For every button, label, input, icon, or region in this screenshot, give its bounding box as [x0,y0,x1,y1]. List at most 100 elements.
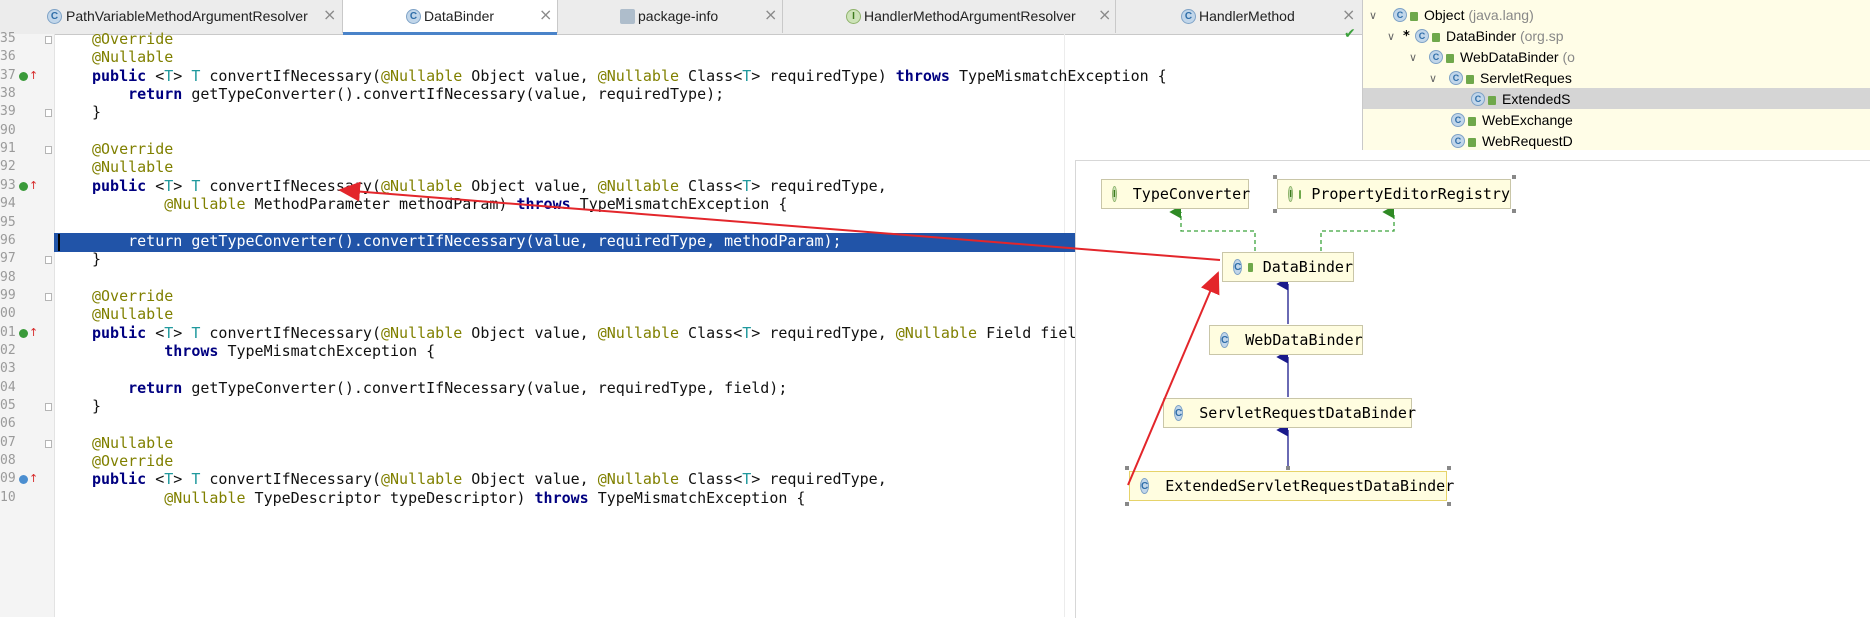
code-line[interactable]: @Override [92,452,173,470]
tree-item-webdatabinder[interactable]: ∨ C WebDataBinder (o [1409,47,1575,67]
overridden-arrow-icon[interactable]: ↑ [29,473,38,484]
class-icon: C [406,9,421,24]
code-line[interactable]: @Nullable [92,48,173,66]
code-line[interactable]: @Override [92,30,173,48]
tab-pathvariablemethodargumentresolver[interactable]: C PathVariableMethodArgumentResolver × [0,0,343,33]
line-number: 07 [0,434,16,450]
tree-item-label: WebExchange [1482,112,1573,128]
close-icon[interactable]: × [1342,5,1355,24]
implements-method-icon[interactable] [19,71,28,81]
chevron-down-icon[interactable]: ∨ [1369,9,1385,22]
fold-marker-icon[interactable] [45,256,52,265]
implements-method-icon[interactable] [19,328,28,338]
node-label: DataBinder [1262,258,1353,276]
code-line[interactable]: throws TypeMismatchException { [92,342,435,360]
uml-diagram-panel[interactable]: I TypeConverter I PropertyEditorRegistry… [1075,160,1870,618]
type-hierarchy-tree[interactable]: ∨ C Object (java.lang) ∨ * C DataBinder … [1362,0,1870,150]
lock-icon [1466,74,1474,84]
diagram-node-typeconverter[interactable]: I TypeConverter [1101,179,1250,209]
code-line[interactable]: @Override [92,287,173,305]
tree-item-label: ServletReques [1480,70,1572,86]
diagram-node-databinder[interactable]: C DataBinder [1222,252,1354,282]
diagram-node-servletrequestdatabinder[interactable]: C ServletRequestDataBinder [1163,398,1416,428]
resize-handle[interactable] [1273,209,1277,213]
chevron-down-icon[interactable]: ∨ [1409,51,1425,64]
overridden-arrow-icon[interactable]: ↑ [29,327,38,338]
code-line[interactable]: public <T> T convertIfNecessary(@Nullabl… [92,177,887,195]
class-icon: C [1233,259,1243,275]
code-line[interactable]: @Nullable [92,305,173,323]
lock-icon [1299,189,1302,199]
code-line[interactable]: } [92,250,101,268]
tab-handlermethod[interactable]: C HandlerMethod × [1116,0,1363,33]
code-line[interactable]: @Nullable [92,158,173,176]
code-line[interactable]: return getTypeConverter().convertIfNeces… [92,379,787,397]
resize-handle[interactable] [1512,175,1516,179]
line-number: 00 [0,306,16,322]
overridden-arrow-icon[interactable]: ↑ [29,70,38,81]
code-line[interactable]: return getTypeConverter().convertIfNeces… [92,85,724,103]
lock-icon [1488,95,1496,105]
fold-marker-icon[interactable] [45,403,52,411]
chevron-down-icon[interactable]: ∨ [1387,30,1403,43]
tab-handlermethodargumentresolver[interactable]: I HandlerMethodArgumentResolver × [783,0,1116,33]
overridden-arrow-icon[interactable]: ↑ [29,180,38,191]
diagram-edges [1169,205,1395,470]
code-line[interactable]: @Nullable [92,434,173,452]
fold-marker-icon[interactable] [45,109,52,118]
close-icon[interactable]: × [1098,5,1111,24]
code-line[interactable]: @Nullable MethodParameter methodParam) t… [92,195,787,213]
chevron-down-icon[interactable]: ∨ [1429,72,1445,85]
resize-handle[interactable] [1286,466,1290,470]
close-icon[interactable]: × [323,5,336,24]
tab-databinder[interactable]: C DataBinder × [343,0,558,35]
diagram-node-propertyeditorregistry[interactable]: I PropertyEditorRegistry [1277,179,1511,209]
diagram-node-extendedservletrequestdatabinder[interactable]: C ExtendedServletRequestDataBinder [1129,471,1454,501]
code-line[interactable]: @Nullable TypeDescriptor typeDescriptor)… [92,489,805,507]
code-line[interactable]: public <T> T convertIfNecessary(@Nullabl… [92,324,1094,342]
tree-item-databinder[interactable]: ∨ * C DataBinder (org.sp [1387,26,1564,46]
line-number: 01 [0,324,16,340]
tree-item-package: (o [1562,49,1575,65]
fold-marker-icon[interactable] [45,439,52,448]
close-icon[interactable]: × [764,5,777,24]
code-line[interactable]: public <T> T convertIfNecessary(@Nullabl… [92,67,1167,85]
tree-item-extendedservletrequestdatabinder[interactable]: C ExtendedS [1471,89,1571,109]
node-label: ExtendedServletRequestDataBinder [1165,477,1455,495]
resize-handle[interactable] [1125,502,1129,506]
code-line[interactable]: public <T> T convertIfNecessary(@Nullabl… [92,470,887,488]
code-line[interactable]: } [92,103,101,121]
tree-item-webrequestdatabinder[interactable]: C WebRequestD [1451,131,1573,151]
resize-handle[interactable] [1447,466,1451,470]
tree-item-servletrequestdatabinder[interactable]: ∨ C ServletReques [1429,68,1572,88]
tree-item-object[interactable]: ∨ C Object (java.lang) [1369,5,1534,25]
tree-item-label: WebRequestD [1482,133,1573,149]
lock-icon [1446,53,1454,63]
implements-method-icon[interactable] [19,181,28,191]
fold-marker-icon[interactable] [45,292,52,301]
tab-package-info[interactable]: package-info × [558,0,783,33]
resize-handle[interactable] [1125,466,1129,470]
line-number: 94 [0,196,16,212]
class-icon: C [1451,134,1465,148]
code-line[interactable]: return getTypeConverter().convertIfNeces… [92,232,841,250]
interface-icon: I [846,9,861,24]
line-number: 10 [0,489,16,505]
tree-item-webexchangedatabinder[interactable]: C WebExchange [1451,110,1573,130]
class-icon: C [1429,50,1443,64]
code-line[interactable]: } [92,397,101,415]
line-number: 96 [0,232,16,248]
resize-handle[interactable] [1512,209,1516,213]
resize-handle[interactable] [1447,502,1451,506]
text-caret [58,234,60,251]
class-icon: C [1220,332,1230,348]
close-icon[interactable]: × [539,5,552,24]
fold-marker-icon[interactable] [45,146,52,155]
line-number: 09 [0,471,16,487]
tree-item-label: DataBinder [1446,28,1517,44]
inspection-ok-icon[interactable]: ✔ [1344,26,1356,42]
fold-marker-icon[interactable] [45,36,52,44]
code-line[interactable]: @Override [92,140,173,158]
resize-handle[interactable] [1273,175,1277,179]
diagram-node-webdatabinder[interactable]: C WebDataBinder [1209,325,1363,355]
